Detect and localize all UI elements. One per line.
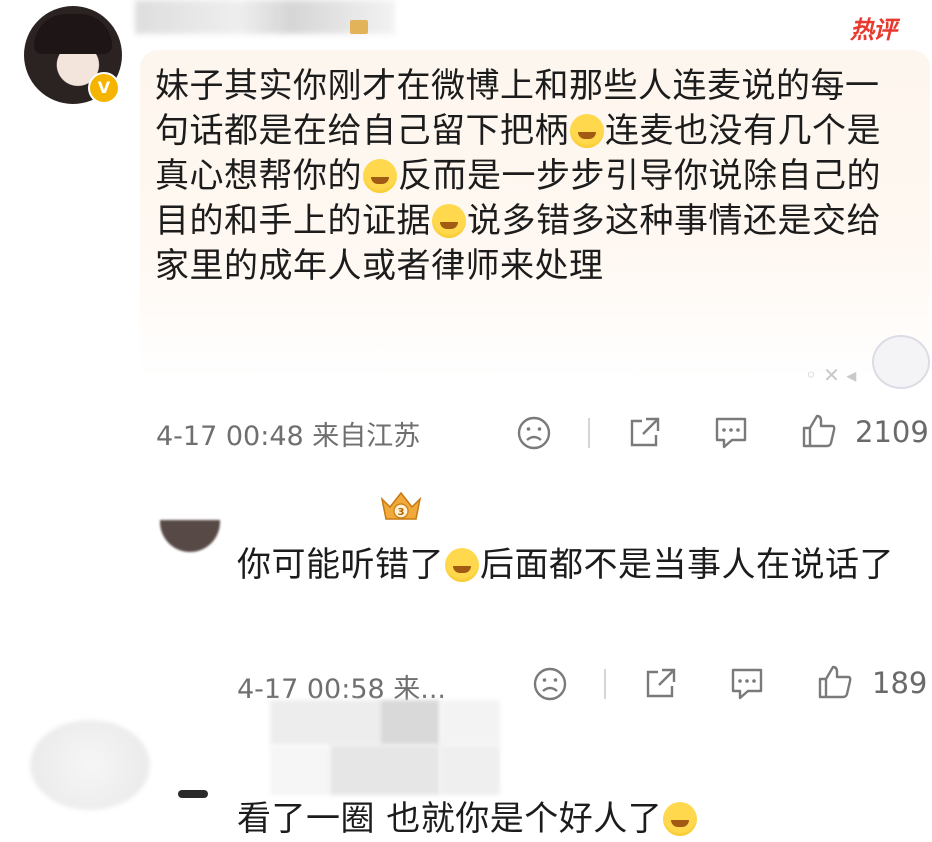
- avatar-edge: [178, 790, 208, 798]
- reply-text: 你可能听错了 后面都不是当事人在说话了: [237, 543, 907, 588]
- reply-text-segment: 你可能听错了: [237, 545, 444, 585]
- crying-emoji-icon: [445, 548, 479, 582]
- hot-comment-tag: 热评: [850, 16, 897, 44]
- avatar[interactable]: [160, 520, 220, 552]
- share-icon[interactable]: [626, 415, 662, 451]
- comment-text: 妹子其实你刚才在微博上和那些人连麦说的每一句话都是在给自己留下把柄 连麦也没有几个…: [155, 64, 895, 289]
- username-mosaic[interactable]: [270, 700, 500, 795]
- svg-text:3: 3: [398, 507, 405, 518]
- avatar-blurred[interactable]: [30, 720, 150, 810]
- reply-text: 看了一圈 也就你是个好人了: [237, 797, 698, 842]
- thumbs-up-icon[interactable]: [816, 663, 854, 701]
- comment-icon[interactable]: [712, 413, 750, 451]
- share-icon[interactable]: [642, 666, 678, 702]
- sticker-decoration: ◦ ✕ ◂: [805, 335, 930, 390]
- comment-meta: 4-17 00:48 来自江苏: [156, 421, 421, 452]
- laughing-emoji-icon: [570, 114, 604, 148]
- v-badge-icon: V: [88, 72, 120, 104]
- frown-face-icon[interactable]: [532, 666, 568, 702]
- frown-face-icon[interactable]: [516, 415, 552, 451]
- action-divider: [588, 418, 590, 448]
- comment-icon[interactable]: [728, 664, 766, 702]
- grinning-sweat-emoji-icon: [663, 802, 698, 836]
- reply-text-segment: 后面都不是当事人在说话了: [480, 545, 894, 585]
- laughing-emoji-icon: [432, 204, 466, 238]
- action-divider: [604, 669, 606, 699]
- thumbs-up-icon[interactable]: [800, 412, 838, 450]
- like-count: 189: [872, 666, 928, 700]
- crown-level-3-icon: 3: [380, 491, 422, 520]
- user-level-badge-icon: [350, 20, 368, 34]
- laughing-emoji-icon: [363, 159, 397, 193]
- like-count: 2109: [855, 415, 929, 449]
- reply-text-segment: 看了一圈 也就你是个好人了: [237, 799, 663, 839]
